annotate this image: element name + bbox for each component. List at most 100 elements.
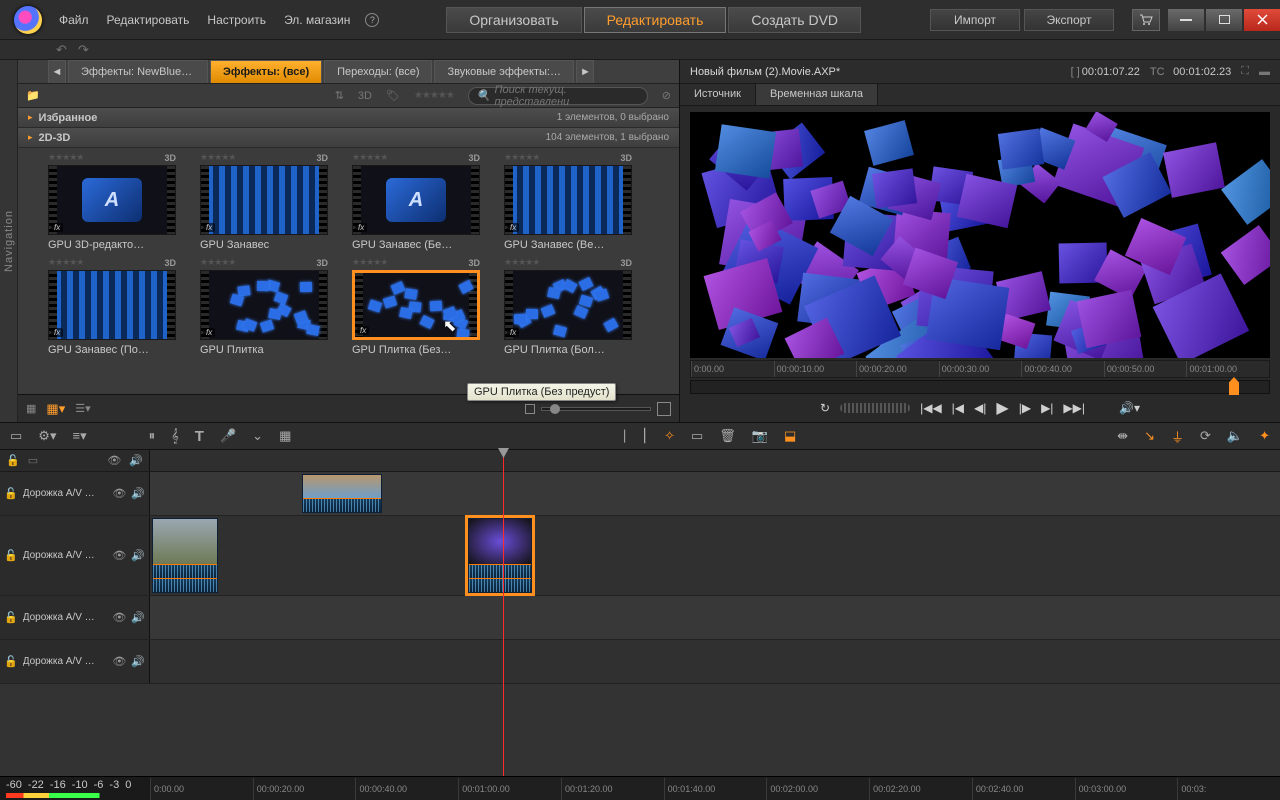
lock-icon[interactable]: 🔓 (4, 549, 18, 562)
link-icon[interactable]: ⇼ (1117, 428, 1128, 444)
clip[interactable] (302, 474, 382, 513)
undo-icon[interactable]: ↶ (56, 42, 72, 58)
split-icon[interactable]: ⎮ (641, 428, 648, 444)
playhead-marker[interactable] (1229, 377, 1239, 395)
preview-tab-timeline[interactable]: Временная шкала (756, 84, 878, 105)
trash-icon[interactable]: 🗑 (719, 428, 736, 444)
window-close[interactable] (1244, 9, 1280, 31)
global-speaker-icon[interactable]: 🔊 (129, 454, 143, 467)
tool-icon[interactable]: ≡▾ (72, 428, 86, 444)
window-maximize[interactable] (1206, 9, 1242, 31)
step-back-icon[interactable]: ◀| (974, 401, 986, 415)
lock-icon[interactable]: 🔓 (4, 487, 18, 500)
tag-icon[interactable]: 🏷 (386, 89, 400, 102)
voiceover-icon[interactable]: 🎤 (220, 428, 236, 444)
lock-icon[interactable]: 🔓 (4, 655, 18, 668)
tab-edit[interactable]: Редактировать (584, 7, 727, 33)
section-2d3d[interactable]: ▸ 2D-3D 104 элементов, 1 выбрано (18, 128, 679, 148)
loop-icon[interactable]: ↻ (820, 401, 830, 415)
effect-thumb[interactable]: ★★★★★3D fx GPU Плитка (Без… (352, 257, 480, 356)
jog-wheel[interactable] (840, 403, 910, 413)
view-thumbs-icon[interactable]: ▦▾ (46, 401, 65, 417)
rating-filter[interactable]: ★★★★★ (414, 90, 454, 101)
menu-setup[interactable]: Настроить (198, 0, 275, 40)
menu-store[interactable]: Эл. магазин (275, 0, 359, 40)
eye-icon[interactable]: 👁 (112, 611, 126, 624)
mixer-icon[interactable]: ⏸ (149, 428, 156, 444)
preview-tab-source[interactable]: Источник (680, 84, 756, 105)
cart-icon[interactable] (1132, 9, 1160, 31)
help-icon[interactable]: ? (365, 13, 379, 27)
next-clip-icon[interactable]: ▶| (1041, 401, 1053, 415)
effect-thumb[interactable]: ★★★★★3D fx GPU Плитка (200, 257, 328, 356)
view-list-icon[interactable]: ☰▾ (75, 402, 90, 415)
lib-tab-transitions[interactable]: Переходы: (все) (324, 60, 432, 83)
eye-icon[interactable]: 👁 (112, 487, 126, 500)
timeline-ruler[interactable] (150, 450, 1280, 471)
search-input[interactable]: 🔍 Поиск текущ. представлени (468, 87, 648, 105)
badge-3d-filter[interactable]: 3D (358, 90, 372, 102)
export-button[interactable]: Экспорт (1024, 9, 1114, 31)
effect-thumb[interactable]: ★★★★★3D fx GPU Занавес (Ве… (504, 152, 632, 251)
preview-scrubber[interactable] (690, 380, 1270, 394)
timeline-playhead[interactable] (503, 450, 504, 776)
tab-scroll-right[interactable]: ► (576, 60, 594, 83)
battery-icon[interactable]: ▬ (1259, 66, 1270, 78)
redo-icon[interactable]: ↷ (78, 42, 94, 58)
eye-icon[interactable]: 👁 (112, 549, 126, 562)
global-lock-icon[interactable]: 🔓 (6, 454, 20, 467)
tab-organize[interactable]: Организовать (446, 7, 581, 33)
lock-icon[interactable]: 🔓 (4, 611, 18, 624)
expand-icon[interactable]: ⛶ (1241, 65, 1249, 78)
tab-scroll-left[interactable]: ◄ (48, 60, 66, 83)
speaker-icon[interactable]: 🔊 (131, 487, 145, 500)
sync-icon[interactable]: ⟳ (1200, 428, 1211, 444)
effect-thumb[interactable]: ★★★★★3D fx GPU Занавес (По… (48, 257, 176, 356)
trim-icon[interactable]: ✧ (664, 428, 675, 444)
clip-selected[interactable] (468, 518, 532, 593)
preview-viewport[interactable] (690, 112, 1270, 358)
lib-tab-sfx[interactable]: Звуковые эффекты: (в (434, 60, 574, 83)
marker-add-icon[interactable]: ⬓ (784, 428, 796, 444)
magnet-icon[interactable]: ⏚ (1171, 427, 1184, 446)
import-button[interactable]: Импорт (930, 9, 1020, 31)
collapse-icon[interactable]: ▭ (28, 454, 38, 467)
track-lane[interactable] (150, 472, 1280, 515)
menu-file[interactable]: Файл (50, 0, 98, 40)
clear-search-icon[interactable]: ⊘ (662, 89, 671, 102)
effect-thumb[interactable]: ★★★★★3D Afx GPU Занавес (Бе… (352, 152, 480, 251)
prev-clip-icon[interactable]: |◀ (952, 401, 964, 415)
effect-thumb[interactable]: ★★★★★3D fx GPU Занавес (200, 152, 328, 251)
audio-scrub-icon[interactable]: 🔈 (1227, 428, 1243, 444)
gear-icon[interactable]: ⚙▾ (38, 428, 56, 444)
track-lane[interactable] (150, 640, 1280, 683)
title-icon[interactable]: T (195, 428, 204, 445)
clip[interactable] (152, 518, 218, 593)
sort-icon[interactable]: ⇅ (335, 89, 344, 102)
go-start-icon[interactable]: |◀◀ (920, 401, 942, 415)
track-lane[interactable] (150, 596, 1280, 639)
menu-edit[interactable]: Редактировать (98, 0, 199, 40)
window-minimize[interactable] (1168, 9, 1204, 31)
storyboard-icon[interactable]: ▭ (10, 428, 22, 444)
snapshot-icon[interactable]: 📷 (752, 428, 768, 444)
step-fwd-icon[interactable]: |▶ (1019, 401, 1031, 415)
speaker-icon[interactable]: 🔊 (131, 611, 145, 624)
effect-thumb[interactable]: ★★★★★3D fx GPU Плитка (Бол… (504, 257, 632, 356)
score-icon[interactable]: 𝄞 (171, 428, 179, 444)
eye-icon[interactable]: 👁 (112, 655, 126, 668)
lib-tab-1[interactable]: Эффекты: NewBlue Vide… (68, 60, 208, 83)
speaker-icon[interactable]: 🔊 (131, 655, 145, 668)
go-end-icon[interactable]: ▶▶| (1063, 401, 1085, 415)
wand-icon[interactable]: ✦ (1259, 428, 1270, 444)
thumb-zoom[interactable] (525, 402, 671, 416)
nav-strip[interactable]: Navigation (0, 60, 18, 422)
bottom-ruler[interactable]: 0:00.0000:00:20.0000:00:40.0000:01:00.00… (150, 778, 1280, 800)
lib-tab-effects-all[interactable]: Эффекты: (все) (210, 60, 322, 83)
preview-ruler[interactable]: 0:00.0000:00:10.0000:00:20.0000:00:30.00… (690, 360, 1270, 378)
razor-icon[interactable]: ⎹ (612, 428, 625, 444)
insert-mode-icon[interactable]: ↘ (1144, 428, 1155, 444)
speaker-icon[interactable]: 🔊 (131, 549, 145, 562)
multicam-icon[interactable]: ▦ (279, 428, 291, 444)
global-eye-icon[interactable]: 👁 (107, 454, 121, 467)
